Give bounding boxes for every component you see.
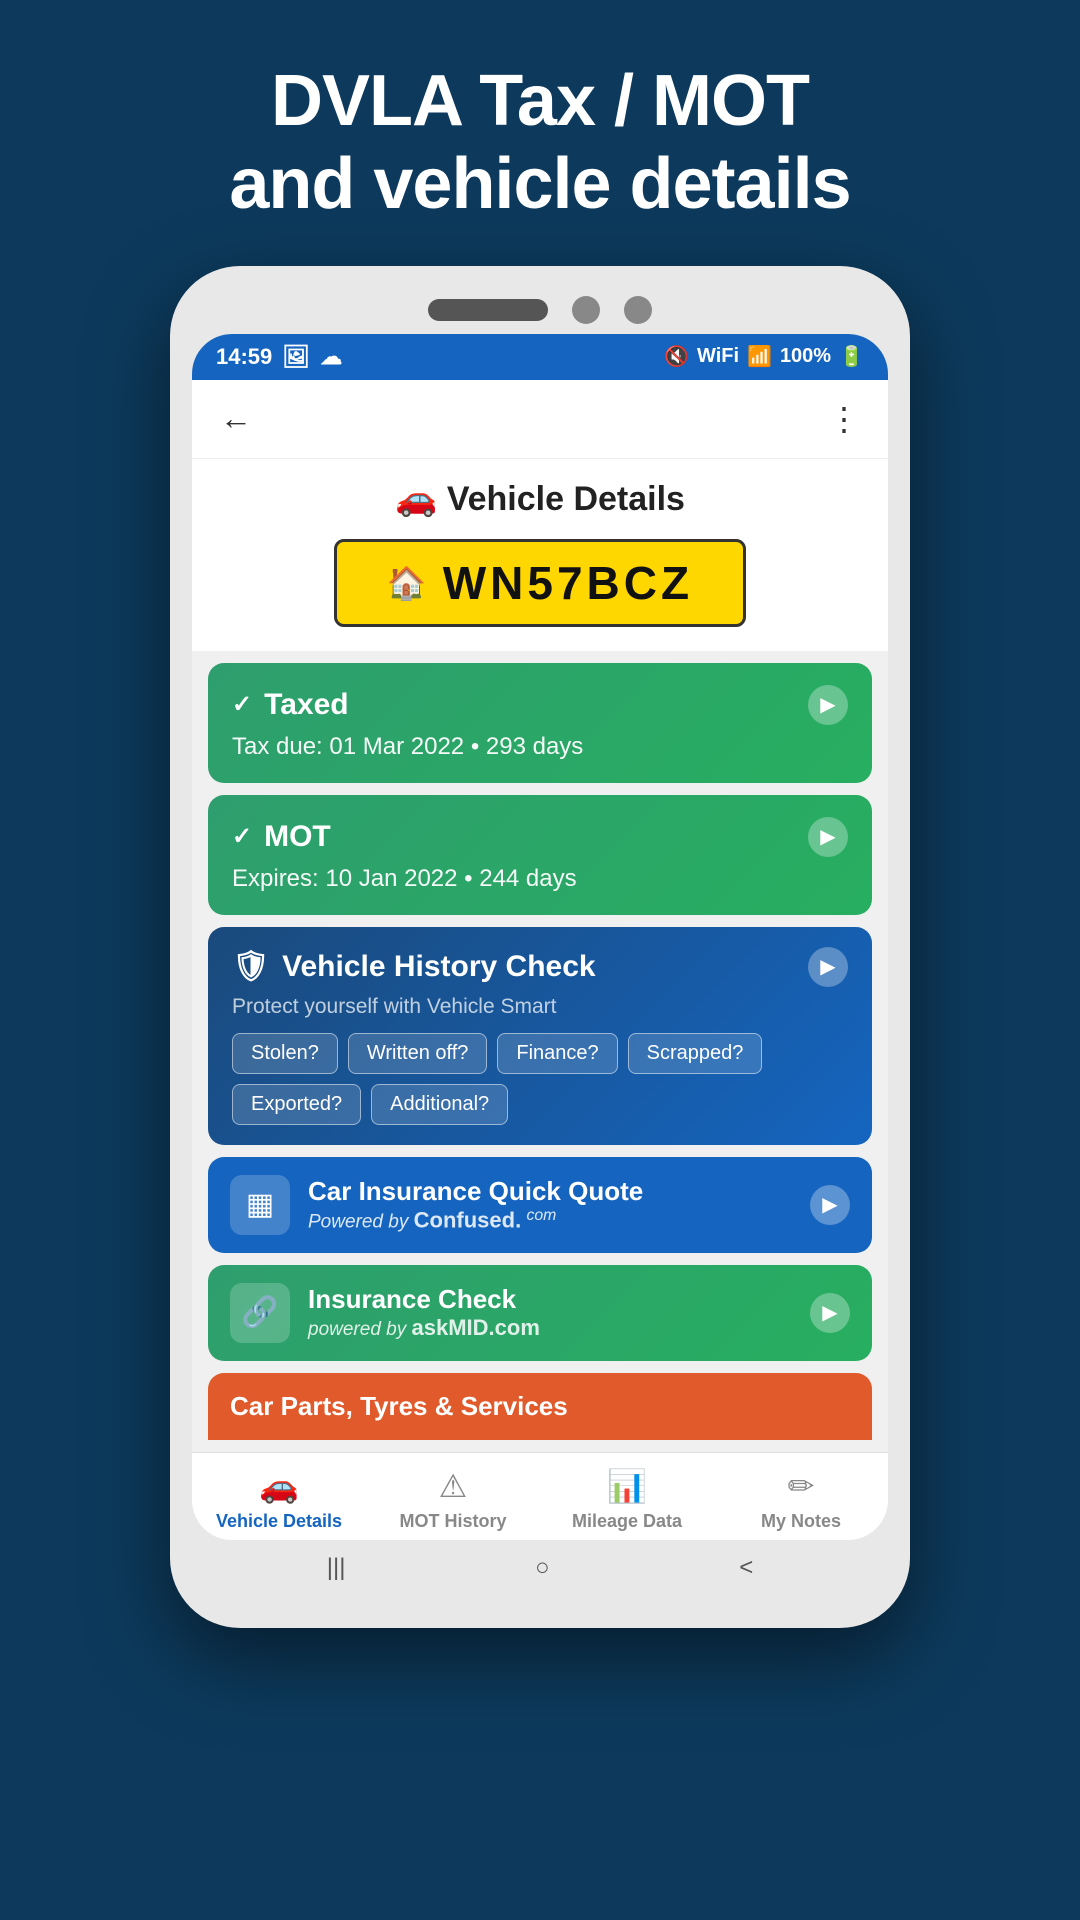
status-time: 14:59	[216, 344, 272, 370]
insurance-check-arrow: ▶	[810, 1293, 850, 1333]
mot-card-arrow: ▶	[808, 817, 848, 857]
car-parts-title: Car Parts, Tyres & Services	[230, 1391, 568, 1421]
insurance-check-text: Insurance Check powered by askMID.com	[308, 1284, 792, 1341]
mot-check-icon: ✓	[232, 822, 252, 851]
app-header: ← ⋮	[192, 380, 888, 459]
phone-camera-1	[572, 296, 600, 324]
insurance-check-card[interactable]: 🔗 Insurance Check powered by askMID.com …	[208, 1265, 872, 1361]
history-tags: Stolen? Written off? Finance? Scrapped? …	[232, 1033, 848, 1125]
shield-icon: 🛡	[232, 949, 270, 984]
mot-card-title: ✓ MOT	[232, 820, 331, 854]
nav-item-vehicle-details[interactable]: 🚗 Vehicle Details	[192, 1467, 366, 1532]
tag-exported[interactable]: Exported?	[232, 1084, 361, 1125]
status-signal-icon: 📶	[747, 344, 772, 369]
tag-scrapped[interactable]: Scrapped?	[628, 1033, 763, 1074]
nav-item-mot-history[interactable]: ⚠ MOT History	[366, 1467, 540, 1532]
nav-notes-label: My Notes	[761, 1511, 841, 1532]
page-title: 🚗 Vehicle Details	[212, 479, 868, 519]
insurance-quote-card[interactable]: ▦ Car Insurance Quick Quote Powered by C…	[208, 1157, 872, 1253]
status-wifi-icon: WiFi	[697, 345, 739, 368]
tax-card[interactable]: ✓ Taxed ▶ Tax due: 01 Mar 2022 • 293 day…	[208, 663, 872, 783]
link-icon: 🔗	[241, 1295, 278, 1330]
header-line1: DVLA Tax / MOT	[271, 61, 809, 141]
page-title-area: 🚗 Vehicle Details	[192, 459, 888, 529]
insurance-check-icon-box: 🔗	[230, 1283, 290, 1343]
mot-card-subtitle: Expires: 10 Jan 2022 • 244 days	[232, 865, 848, 893]
status-cloud-icon: ☁	[320, 344, 342, 370]
insurance-quote-text: Car Insurance Quick Quote Powered by Con…	[308, 1176, 792, 1233]
phone-screen: 14:59 🖼 ☁ 🔇 WiFi 📶 100% 🔋 ← ⋮ 🚗 Vehicle …	[192, 334, 888, 1540]
nav-mot-label: MOT History	[399, 1511, 506, 1532]
tag-additional[interactable]: Additional?	[371, 1084, 508, 1125]
gesture-back: <	[739, 1554, 753, 1582]
calculator-icon: ▦	[246, 1187, 274, 1222]
car-title-icon: 🚗	[395, 480, 437, 518]
insurance-quote-arrow: ▶	[810, 1185, 850, 1225]
history-card-subtitle: Protect yourself with Vehicle Smart	[232, 995, 848, 1019]
tax-card-arrow: ▶	[808, 685, 848, 725]
page-header: DVLA Tax / MOT and vehicle details	[169, 0, 910, 266]
phone-notch	[192, 296, 888, 324]
plate-container: 🏠 WN57BCZ	[192, 529, 888, 651]
nav-mileage-label: Mileage Data	[572, 1511, 682, 1532]
tax-check-icon: ✓	[232, 690, 252, 719]
tag-written-off[interactable]: Written off?	[348, 1033, 488, 1074]
insurance-check-subtitle: powered by askMID.com	[308, 1315, 792, 1341]
phone-camera-2	[624, 296, 652, 324]
nav-item-mileage[interactable]: 📊 Mileage Data	[540, 1467, 714, 1532]
nav-notes-icon: ✏	[788, 1467, 815, 1505]
insurance-quote-title: Car Insurance Quick Quote	[308, 1176, 792, 1207]
status-battery: 100%	[780, 345, 831, 368]
title-text: Vehicle Details	[447, 480, 685, 518]
license-plate: 🏠 WN57BCZ	[334, 539, 746, 627]
insurance-check-title: Insurance Check	[308, 1284, 792, 1315]
nav-mot-icon: ⚠	[439, 1467, 468, 1505]
tax-card-subtitle: Tax due: 01 Mar 2022 • 293 days	[232, 733, 848, 761]
gesture-home: ○	[535, 1554, 550, 1582]
car-parts-card[interactable]: Car Parts, Tyres & Services	[208, 1373, 872, 1440]
status-photo-icon: 🖼	[282, 344, 310, 370]
phone-speaker	[428, 299, 548, 321]
history-card-title: 🛡 Vehicle History Check	[232, 949, 596, 984]
status-battery-icon: 🔋	[839, 344, 864, 369]
share-button[interactable]: ⋮	[828, 400, 860, 438]
gesture-lines: |||	[327, 1554, 346, 1582]
tag-stolen[interactable]: Stolen?	[232, 1033, 338, 1074]
insurance-quote-subtitle: Powered by Confused. com	[308, 1207, 792, 1233]
back-button[interactable]: ←	[220, 400, 252, 437]
nav-vehicle-label: Vehicle Details	[216, 1511, 342, 1532]
bottom-nav: 🚗 Vehicle Details ⚠ MOT History 📊 Mileag…	[192, 1452, 888, 1540]
cards-area: ✓ Taxed ▶ Tax due: 01 Mar 2022 • 293 day…	[192, 651, 888, 1452]
status-bar: 14:59 🖼 ☁ 🔇 WiFi 📶 100% 🔋	[192, 334, 888, 380]
plate-garage-icon: 🏠	[387, 564, 427, 602]
history-card[interactable]: 🛡 Vehicle History Check ▶ Protect yourse…	[208, 927, 872, 1145]
mot-card[interactable]: ✓ MOT ▶ Expires: 10 Jan 2022 • 244 days	[208, 795, 872, 915]
header-line2: and vehicle details	[229, 144, 850, 224]
tax-card-title: ✓ Taxed	[232, 688, 349, 722]
phone-gesture-bar: ||| ○ <	[192, 1540, 888, 1588]
history-card-arrow: ▶	[808, 947, 848, 987]
insurance-quote-icon-box: ▦	[230, 1175, 290, 1235]
status-mute-icon: 🔇	[664, 344, 689, 369]
nav-vehicle-icon: 🚗	[259, 1467, 299, 1505]
nav-item-notes[interactable]: ✏ My Notes	[714, 1467, 888, 1532]
phone-frame: 14:59 🖼 ☁ 🔇 WiFi 📶 100% 🔋 ← ⋮ 🚗 Vehicle …	[170, 266, 910, 1628]
nav-mileage-icon: 📊	[607, 1467, 647, 1505]
tag-finance[interactable]: Finance?	[497, 1033, 617, 1074]
plate-number: WN57BCZ	[443, 556, 693, 610]
